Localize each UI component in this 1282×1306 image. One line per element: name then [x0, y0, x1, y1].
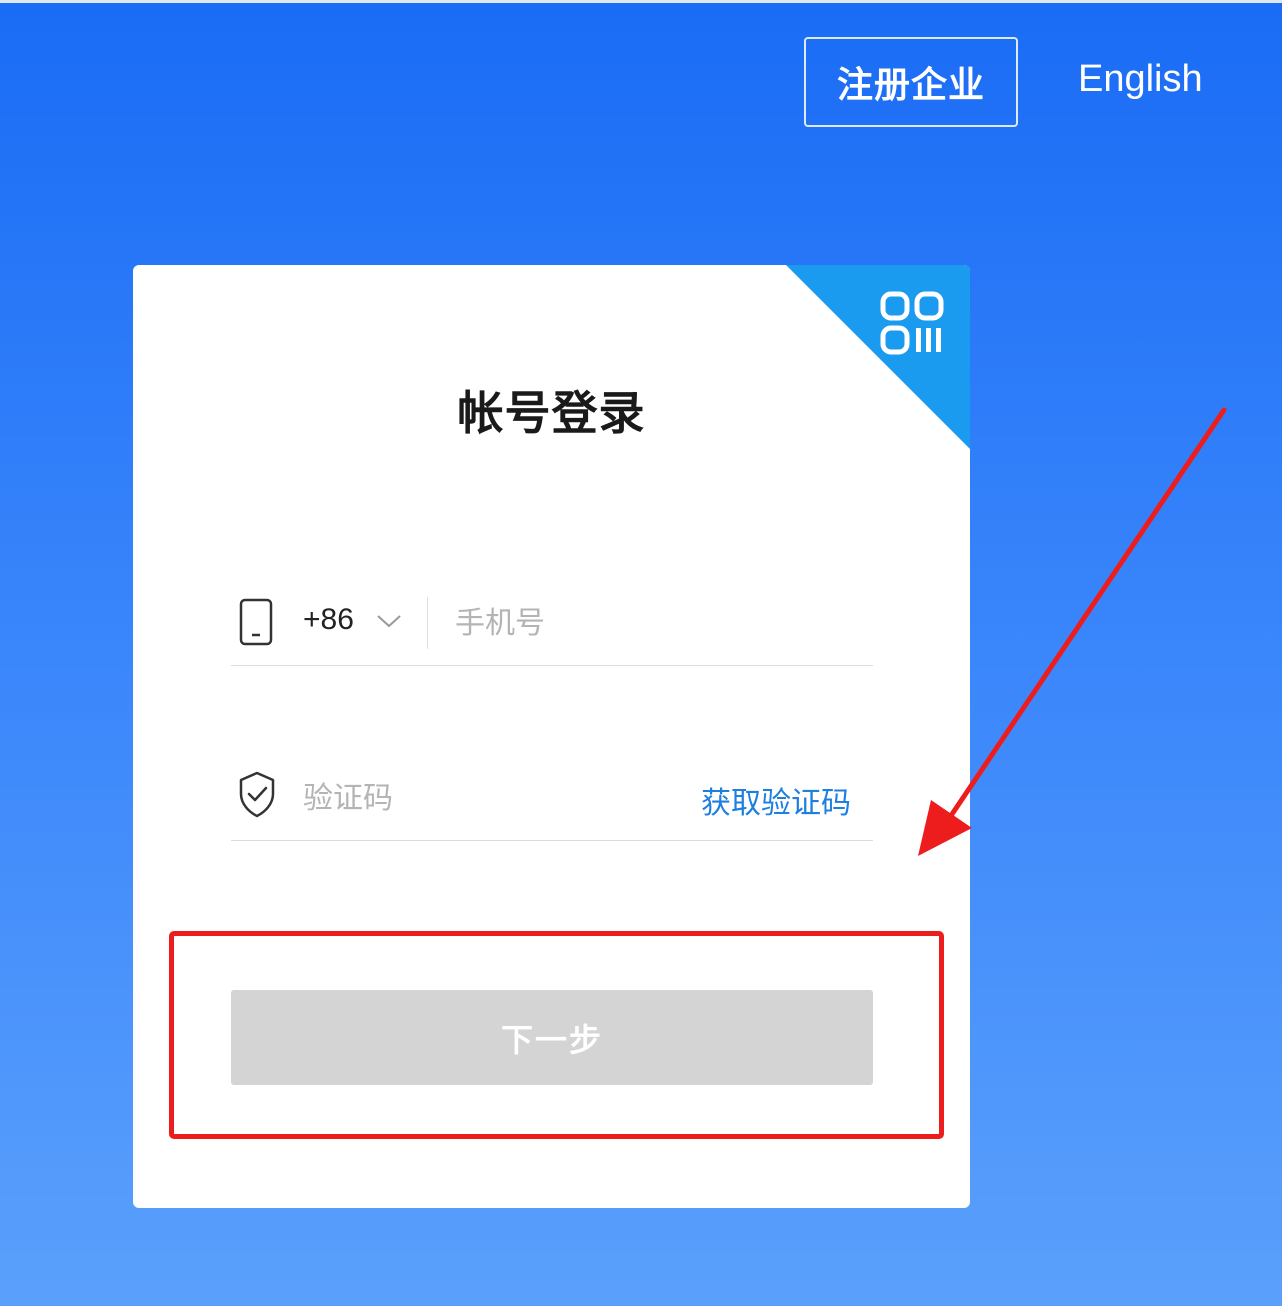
- card-title: 帐号登录: [457, 386, 646, 440]
- phone-field-row: +86: [231, 595, 873, 666]
- phone-number-input[interactable]: [455, 599, 855, 647]
- register-company-button[interactable]: 注册企业: [804, 37, 1018, 127]
- code-field-row: 获取验证码: [231, 770, 873, 841]
- phone-icon: [239, 598, 273, 646]
- shield-check-icon: [239, 771, 275, 818]
- chevron-down-icon[interactable]: [376, 613, 402, 629]
- qr-code-icon[interactable]: [880, 291, 944, 355]
- field-divider: [427, 597, 428, 649]
- login-page: 注册企业 English 帐号登录 +86 手机号 验证码 获取验证码 下一步: [0, 0, 1282, 1306]
- verification-code-input[interactable]: [303, 774, 663, 822]
- annotation-highlight-box: [169, 931, 944, 1139]
- top-border: [0, 0, 1282, 3]
- language-switch-link[interactable]: English: [1078, 58, 1203, 101]
- get-code-button[interactable]: 获取验证码: [701, 778, 851, 822]
- country-code-select[interactable]: +86: [303, 603, 354, 637]
